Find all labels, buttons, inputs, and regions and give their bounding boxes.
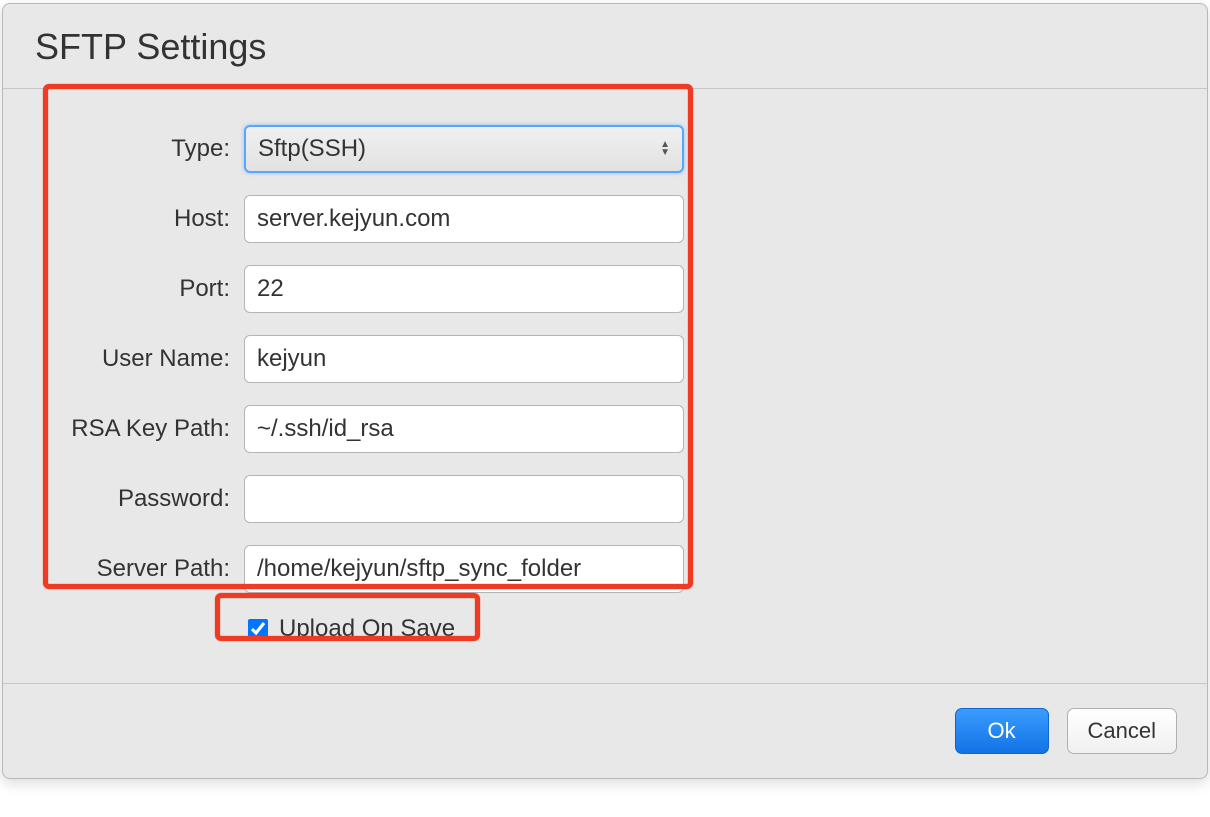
rsa-label: RSA Key Path: bbox=[21, 415, 244, 443]
ok-button[interactable]: Ok bbox=[955, 708, 1049, 754]
user-input[interactable] bbox=[244, 335, 684, 383]
rsa-input[interactable] bbox=[244, 405, 684, 453]
stepper-icon: ▲▼ bbox=[660, 141, 670, 157]
password-label: Password: bbox=[21, 485, 244, 513]
host-input[interactable] bbox=[244, 195, 684, 243]
type-select-value: Sftp(SSH) bbox=[258, 135, 366, 163]
dialog-header: SFTP Settings bbox=[3, 4, 1207, 89]
cancel-button[interactable]: Cancel bbox=[1067, 708, 1177, 754]
dialog-body: Type: Sftp(SSH) ▲▼ Host: Port: User Name… bbox=[3, 89, 1207, 683]
host-label: Host: bbox=[21, 205, 244, 233]
upload-on-save-label: Upload On Save bbox=[279, 615, 455, 643]
sftp-settings-dialog: SFTP Settings Type: Sftp(SSH) ▲▼ Host: P… bbox=[2, 3, 1208, 779]
server-path-label: Server Path: bbox=[21, 555, 244, 583]
upload-on-save-checkbox[interactable] bbox=[248, 619, 268, 639]
dialog-footer: Ok Cancel bbox=[3, 683, 1207, 778]
port-input[interactable] bbox=[244, 265, 684, 313]
dialog-title: SFTP Settings bbox=[35, 26, 1175, 68]
port-label: Port: bbox=[21, 275, 244, 303]
user-label: User Name: bbox=[21, 345, 244, 373]
type-select[interactable]: Sftp(SSH) ▲▼ bbox=[244, 125, 684, 173]
password-input[interactable] bbox=[244, 475, 684, 523]
type-label: Type: bbox=[21, 135, 244, 163]
server-path-input[interactable] bbox=[244, 545, 684, 593]
